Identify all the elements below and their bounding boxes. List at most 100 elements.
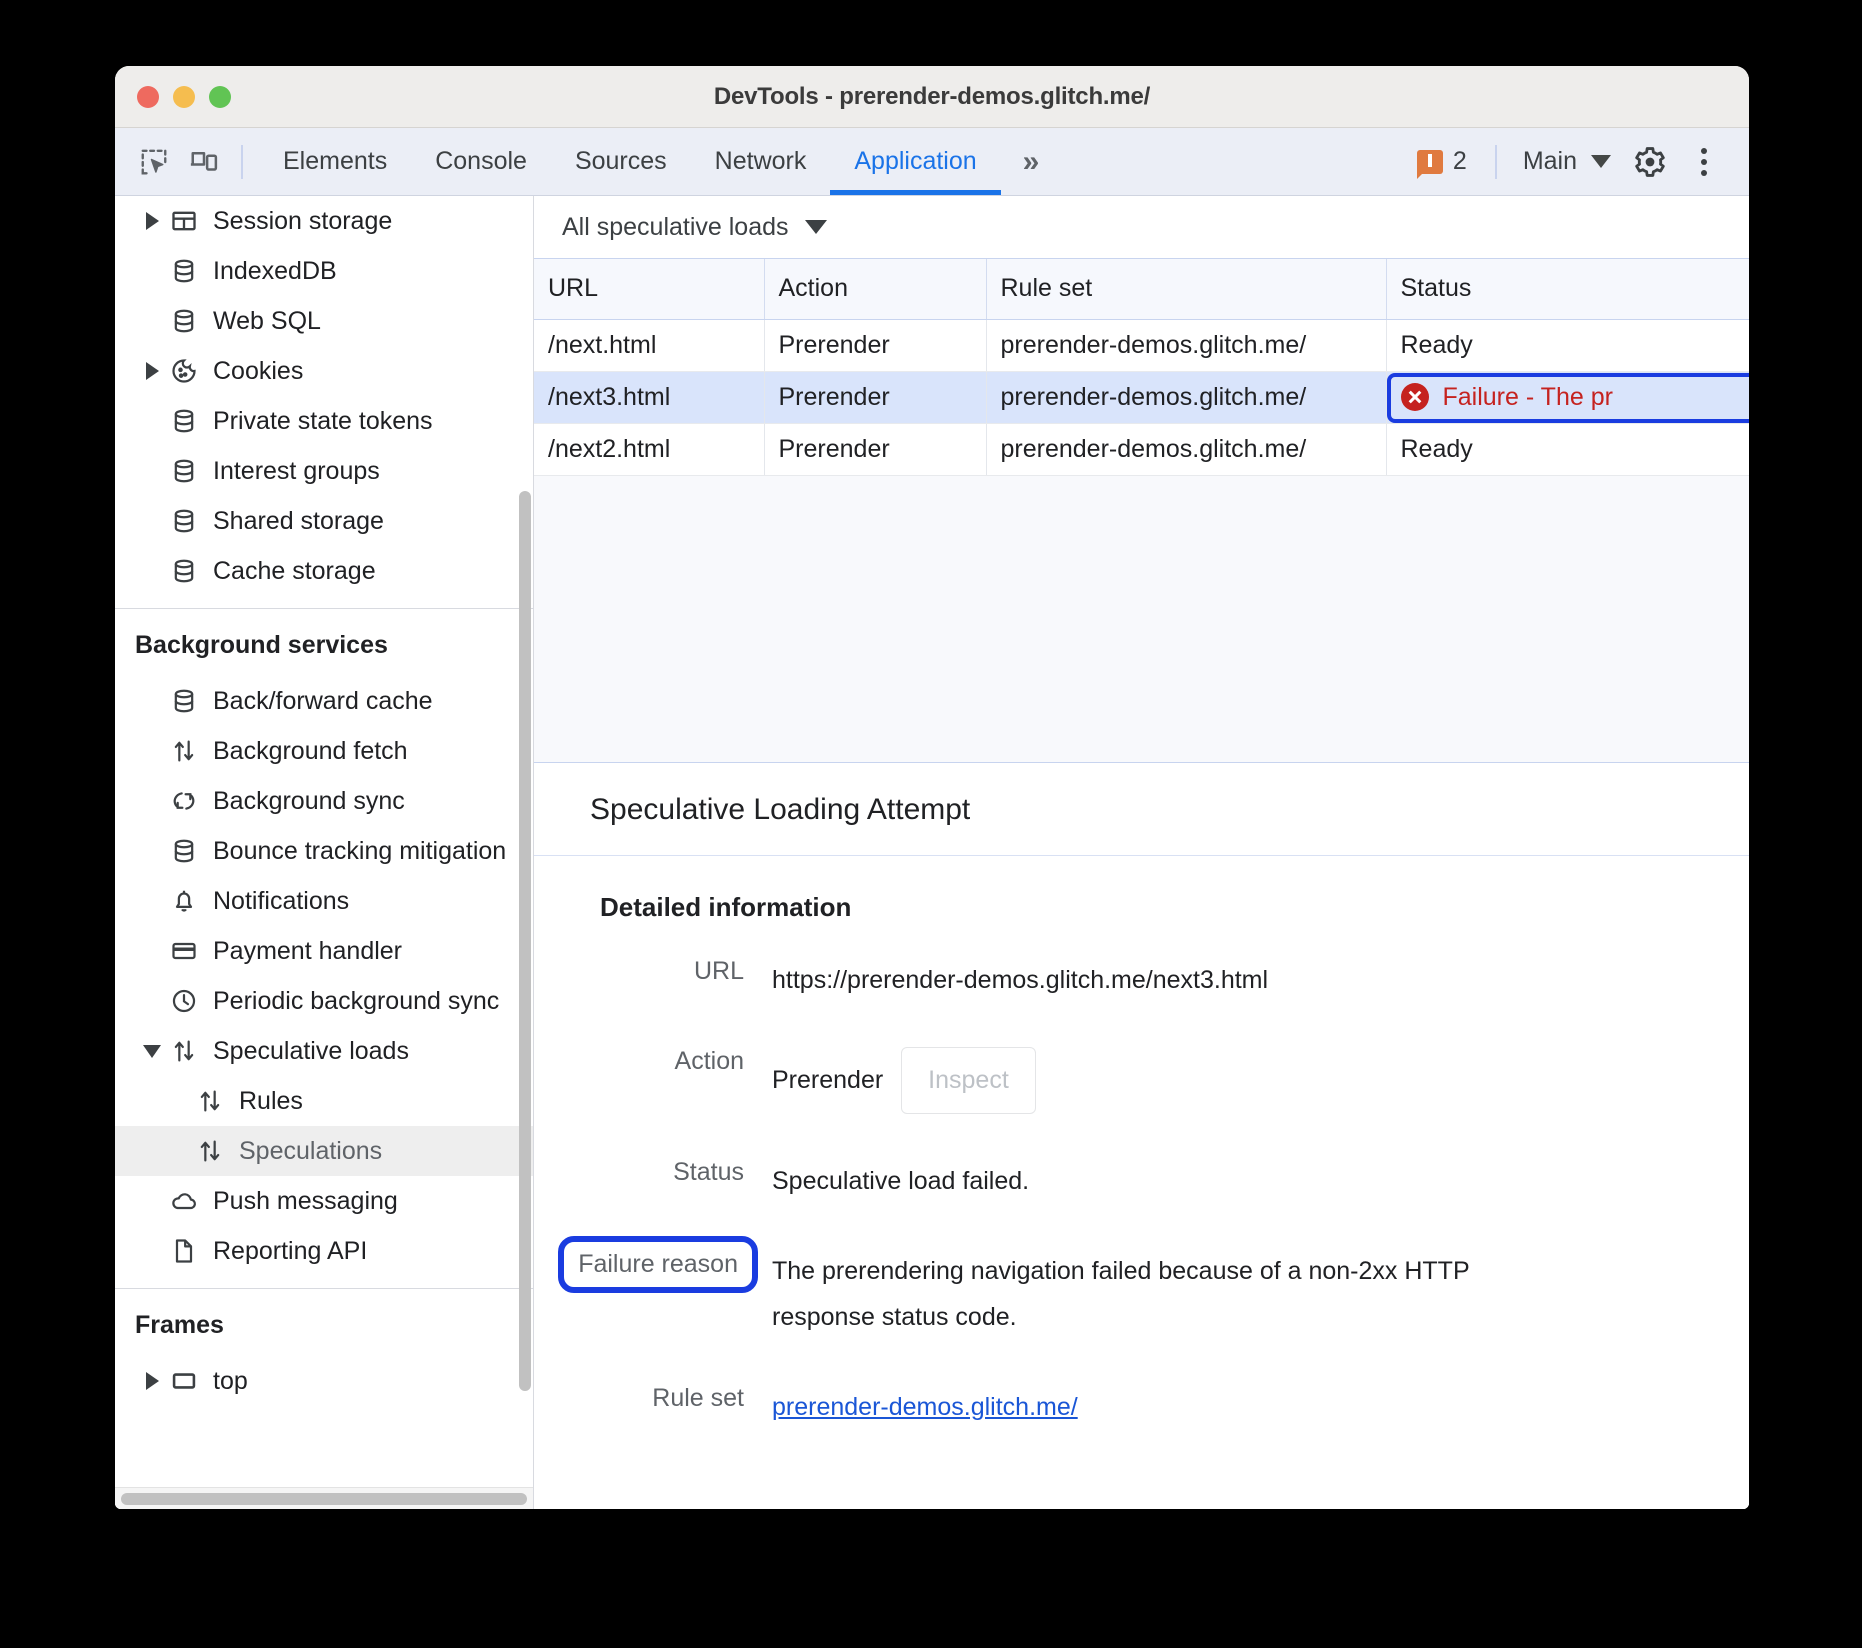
minimize-window-button[interactable] [173, 86, 195, 108]
three-dot-menu-icon[interactable] [1679, 137, 1729, 187]
sidebar-item-background-fetch[interactable]: Background fetch [115, 726, 533, 776]
sidebar-horizontal-scrollbar[interactable] [115, 1487, 533, 1509]
issues-badge[interactable]: 2 [1405, 147, 1479, 176]
speculations-filter-bar: All speculative loads [534, 196, 1749, 258]
devtools-toolbar: Elements Console Sources Network Applica… [115, 128, 1749, 196]
sidebar-item-reporting-api[interactable]: Reporting API [115, 1226, 533, 1276]
cell-action: Prerender [764, 371, 986, 423]
sidebar-item-push-messaging[interactable]: Push messaging [115, 1176, 533, 1226]
table-header-row: URL Action Rule set Status [534, 259, 1749, 319]
more-tabs-chevron-icon[interactable]: » [1001, 145, 1057, 179]
sidebar-item-label: Push messaging [213, 1187, 398, 1216]
tab-application[interactable]: Application [830, 128, 1000, 195]
detail-panel-title: Speculative Loading Attempt [534, 763, 1749, 856]
arrows-up-down-icon [193, 1134, 227, 1168]
gear-icon[interactable] [1625, 137, 1675, 187]
cell-action: Prerender [764, 319, 986, 371]
maximize-window-button[interactable] [209, 86, 231, 108]
sidebar-item-web-sql[interactable]: Web SQL [115, 296, 533, 346]
context-selector[interactable]: Main [1513, 147, 1621, 176]
document-icon [167, 1234, 201, 1268]
sidebar-vertical-scrollbar[interactable] [519, 491, 531, 1391]
tab-sources[interactable]: Sources [551, 128, 691, 195]
sidebar-item-session-storage[interactable]: Session storage [115, 196, 533, 246]
sidebar-item-label: Notifications [213, 887, 349, 916]
sidebar-item-cache-storage[interactable]: Cache storage [115, 546, 533, 596]
detail-panel-body: Detailed information URL https://prerend… [534, 856, 1749, 1431]
column-header-url[interactable]: URL [534, 259, 764, 319]
background-services-header: Background services [115, 609, 533, 676]
toolbar-right-group: 2 Main [1405, 137, 1749, 187]
detail-label-failure-reason: Failure reason [544, 1248, 744, 1281]
table-row[interactable]: /next3.html Prerender prerender-demos.gl… [534, 371, 1749, 423]
sidebar-item-back-forward-cache[interactable]: Back/forward cache [115, 676, 533, 726]
sidebar-item-speculations[interactable]: Speculations [115, 1126, 533, 1176]
cell-url: /next.html [534, 319, 764, 371]
cell-status-failure: Failure - The pr [1386, 371, 1749, 423]
tab-label: Console [435, 147, 527, 176]
tab-network[interactable]: Network [691, 128, 831, 195]
frame-icon [167, 1364, 201, 1398]
sidebar-item-bounce-tracking-mitigation[interactable]: Bounce tracking mitigation [115, 826, 533, 876]
tab-label: Sources [575, 147, 667, 176]
bell-icon [167, 884, 201, 918]
chevron-down-icon [805, 220, 827, 234]
detail-value-ruleset: prerender-demos.glitch.me/ [744, 1384, 1078, 1430]
sidebar-item-background-sync[interactable]: Background sync [115, 776, 533, 826]
close-window-button[interactable] [137, 86, 159, 108]
column-header-action[interactable]: Action [764, 259, 986, 319]
window-title: DevTools - prerender-demos.glitch.me/ [714, 83, 1150, 111]
column-header-status[interactable]: Status [1386, 259, 1749, 319]
tab-elements[interactable]: Elements [259, 128, 411, 195]
filter-label: All speculative loads [562, 213, 789, 242]
sidebar-item-rules[interactable]: Rules [115, 1076, 533, 1126]
sidebar-item-cookies[interactable]: Cookies [115, 346, 533, 396]
database-icon [167, 684, 201, 718]
sidebar-item-top-frame[interactable]: top [115, 1356, 533, 1406]
sidebar-item-periodic-background-sync[interactable]: Periodic background sync [115, 976, 533, 1026]
expand-triangle-icon[interactable] [141, 1372, 163, 1390]
sidebar-item-label: Periodic background sync [213, 987, 499, 1016]
ruleset-link[interactable]: prerender-demos.glitch.me/ [772, 1393, 1078, 1421]
table-row[interactable]: /next.html Prerender prerender-demos.gli… [534, 319, 1749, 371]
inspect-button[interactable]: Inspect [901, 1047, 1036, 1113]
error-circle-icon [1401, 383, 1429, 411]
speculative-loads-filter-dropdown[interactable]: All speculative loads [554, 209, 835, 246]
expand-triangle-icon[interactable] [141, 212, 163, 230]
sidebar-item-payment-handler[interactable]: Payment handler [115, 926, 533, 976]
sync-icon [167, 784, 201, 818]
sidebar-item-notifications[interactable]: Notifications [115, 876, 533, 926]
table-row[interactable]: /next2.html Prerender prerender-demos.gl… [534, 423, 1749, 475]
sidebar-item-label: Back/forward cache [213, 687, 433, 716]
tab-console[interactable]: Console [411, 128, 551, 195]
sidebar-item-private-state-tokens[interactable]: Private state tokens [115, 396, 533, 446]
sidebar-item-indexeddb[interactable]: IndexedDB [115, 246, 533, 296]
database-icon [167, 404, 201, 438]
detail-panel: Speculative Loading Attempt Detailed inf… [534, 762, 1749, 1509]
sidebar-scroll-area: Session storage IndexedDB [115, 196, 533, 1487]
cell-ruleset: prerender-demos.glitch.me/ [986, 319, 1386, 371]
detail-value-action: PrerenderInspect [744, 1047, 1036, 1113]
detail-row-url: URL https://prerender-demos.glitch.me/ne… [534, 957, 1749, 1003]
cookie-icon [167, 354, 201, 388]
column-header-ruleset[interactable]: Rule set [986, 259, 1386, 319]
toolbar-divider [241, 145, 243, 179]
sidebar-item-label: Rules [239, 1087, 303, 1116]
cloud-icon [167, 1184, 201, 1218]
database-icon [167, 834, 201, 868]
collapse-triangle-icon[interactable] [141, 1045, 163, 1058]
database-icon [167, 554, 201, 588]
device-toolbar-icon[interactable] [181, 139, 227, 185]
inspect-element-icon[interactable] [131, 139, 177, 185]
sidebar-item-speculative-loads[interactable]: Speculative loads [115, 1026, 533, 1076]
arrows-up-down-icon [167, 1034, 201, 1068]
devtools-body: Session storage IndexedDB [115, 196, 1749, 1509]
expand-triangle-icon[interactable] [141, 362, 163, 380]
sidebar-item-interest-groups[interactable]: Interest groups [115, 446, 533, 496]
arrows-up-down-icon [193, 1084, 227, 1118]
sidebar-item-label: Speculative loads [213, 1037, 409, 1066]
sidebar-item-shared-storage[interactable]: Shared storage [115, 496, 533, 546]
scrollbar-thumb[interactable] [121, 1493, 527, 1505]
database-icon [167, 304, 201, 338]
detail-row-action: Action PrerenderInspect [534, 1047, 1749, 1113]
